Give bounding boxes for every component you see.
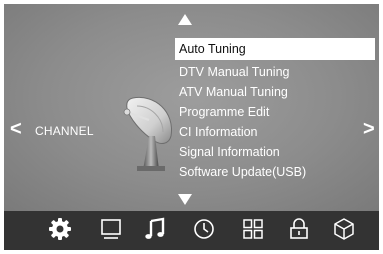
tab-3d[interactable] (331, 216, 357, 242)
menu-item-software-update[interactable]: Software Update(USB) (175, 162, 375, 182)
scroll-down-arrow-icon[interactable] (178, 194, 192, 205)
tab-options[interactable] (240, 216, 266, 242)
menu-item-signal-information[interactable]: Signal Information (175, 142, 375, 162)
tab-sound[interactable] (142, 216, 168, 242)
satellite-dish-icon (123, 96, 172, 171)
music-note-icon (145, 217, 165, 239)
menu-item-dtv-manual-tuning[interactable]: DTV Manual Tuning (175, 62, 375, 82)
tab-lock[interactable] (286, 216, 312, 242)
menu-item-atv-manual-tuning[interactable]: ATV Manual Tuning (175, 82, 375, 102)
channel-menu-list: Auto Tuning DTV Manual Tuning ATV Manual… (175, 38, 375, 182)
menu-item-ci-information[interactable]: CI Information (175, 122, 375, 142)
menu-panel: < CHANNEL Auto Tuning DTV Manual Tuning … (4, 4, 379, 211)
menu-item-auto-tuning[interactable]: Auto Tuning (175, 38, 375, 60)
scroll-up-arrow-icon[interactable] (178, 14, 192, 25)
clock-icon (194, 219, 214, 239)
section-title: CHANNEL (35, 124, 94, 138)
cube-icon (334, 218, 354, 240)
monitor-icon (101, 219, 121, 239)
tab-setup[interactable] (47, 216, 73, 242)
tab-picture[interactable] (98, 216, 124, 242)
menu-item-programme-edit[interactable]: Programme Edit (175, 102, 375, 122)
next-section-button[interactable]: > (363, 119, 375, 139)
previous-section-button[interactable]: < (10, 119, 22, 139)
tab-time[interactable] (191, 216, 217, 242)
lock-icon (290, 218, 308, 239)
grid-icon (243, 219, 263, 239)
tv-menu-screen: < CHANNEL Auto Tuning DTV Manual Tuning … (4, 4, 379, 250)
gear-icon (49, 218, 71, 240)
